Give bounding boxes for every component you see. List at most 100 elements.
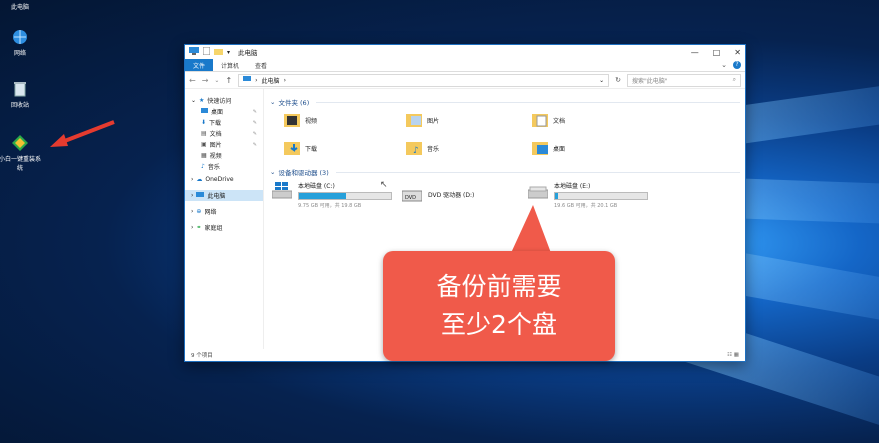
svg-text:♪: ♪ <box>413 146 419 155</box>
nav-homegroup[interactable]: › ⚭ 家庭组 <box>185 222 263 233</box>
computer-icon <box>243 76 252 84</box>
breadcrumb-separator: › <box>283 76 286 84</box>
video-folder-icon <box>284 113 300 127</box>
folder-videos[interactable]: 视频 <box>284 113 317 127</box>
desktop-folder-icon <box>532 141 548 155</box>
folder-music[interactable]: ♪ 音乐 <box>406 141 440 156</box>
item-count: 9 个项目 <box>191 353 213 359</box>
nav-this-pc[interactable]: › 此电脑 <box>185 190 263 201</box>
network-icon: ⊕ <box>196 208 202 215</box>
cloud-icon: ☁ <box>196 176 203 183</box>
nav-downloads[interactable]: ⬇ 下载 ✎ <box>185 117 263 128</box>
tab-file[interactable]: 文件 <box>185 59 214 71</box>
nav-music[interactable]: ♪ 音乐 <box>185 161 263 172</box>
drives-group-header[interactable]: ⌄ 设备和驱动器 (3) <box>270 167 740 177</box>
drive-usage-bar <box>554 192 648 200</box>
up-icon[interactable]: ↑ <box>225 76 232 85</box>
breadcrumb-this-pc[interactable]: 此电脑 <box>262 76 280 85</box>
nav-label: 音乐 <box>207 164 220 171</box>
folder-name: 下载 <box>305 145 318 153</box>
forward-icon[interactable]: → <box>202 76 209 85</box>
pin-icon[interactable]: ✎ <box>253 109 257 115</box>
pin-icon[interactable]: ✎ <box>253 142 257 148</box>
search-icon: ⌕ <box>732 76 736 83</box>
pin-icon[interactable]: ✎ <box>253 120 257 126</box>
nav-desktop[interactable]: 桌面 ✎ <box>185 106 263 117</box>
nav-documents[interactable]: ▤ 文档 ✎ <box>185 128 263 139</box>
callout-annotation: 备份前需要 至少2个盘 <box>383 251 615 361</box>
nav-quick-access[interactable]: ⌄ ★ 快速访问 <box>185 95 263 106</box>
pictures-folder-icon <box>406 113 422 127</box>
chevron-right-icon: › <box>191 208 194 215</box>
downloads-folder-icon <box>284 141 300 155</box>
drive-d[interactable]: DVD DVD 驱动器 (D:) <box>401 187 475 205</box>
maximize-button[interactable]: □ <box>713 48 721 57</box>
desktop-icon-network[interactable]: 网络 <box>0 28 40 57</box>
recent-locations-icon[interactable]: ⌄ <box>214 77 219 84</box>
customize-quick-access-icon[interactable]: ▾ <box>227 49 230 56</box>
chevron-down-icon: ⌄ <box>270 98 276 106</box>
folders-group-header[interactable]: ⌄ 文件夹 (6) <box>270 97 740 107</box>
address-bar[interactable]: › 此电脑 › ⌄ <box>238 73 610 87</box>
help-icon[interactable]: ? <box>733 61 741 69</box>
nav-label: 图片 <box>209 142 222 149</box>
search-placeholder: 搜索"此电脑" <box>632 77 668 85</box>
address-dropdown-icon[interactable]: ⌄ <box>599 77 604 84</box>
group-title: 文件夹 (6) <box>278 99 310 107</box>
dvd-drive-icon: DVD <box>401 187 423 205</box>
drive-c[interactable]: 本地磁盘 (C:) 9.75 GB 可用，共 19.8 GB <box>271 181 392 209</box>
tab-view[interactable]: 查看 <box>247 59 275 71</box>
minimize-button[interactable]: — <box>691 48 699 57</box>
expand-ribbon-icon[interactable]: ⌄ <box>721 61 727 69</box>
refresh-icon[interactable]: ↻ <box>615 76 621 84</box>
nav-label: 下载 <box>209 120 222 127</box>
desktop-icon-label: 网络 <box>13 50 26 57</box>
folder-name: 文档 <box>553 117 566 125</box>
view-toggle-icons[interactable]: ☷ ▦ <box>727 352 739 358</box>
recycle-bin-icon <box>11 80 29 98</box>
desktop-icon-label: 小白一键重装系统 <box>0 156 41 172</box>
search-input[interactable]: 搜索"此电脑" ⌕ <box>627 73 741 87</box>
folder-name: 音乐 <box>427 145 440 153</box>
nav-label: OneDrive <box>205 176 234 183</box>
nav-label: 快速访问 <box>207 98 232 105</box>
star-icon: ★ <box>199 97 205 104</box>
drive-name: DVD 驱动器 (D:) <box>428 192 475 199</box>
desktop-icon-installer[interactable]: 小白一键重装系统 <box>0 134 41 172</box>
folder-downloads[interactable]: 下载 <box>284 141 317 155</box>
folder-documents[interactable]: 文档 <box>532 113 565 127</box>
folder-name: 图片 <box>427 117 440 125</box>
computer-icon <box>196 191 205 200</box>
chevron-right-icon: › <box>191 192 194 199</box>
computer-icon <box>189 47 199 57</box>
ribbon-tabs: 文件 计算机 查看 ⌄ ? <box>185 59 745 72</box>
nav-network[interactable]: › ⊕ 网络 <box>185 206 263 217</box>
desktop-icon <box>201 107 208 116</box>
folder-name: 桌面 <box>553 145 566 153</box>
nav-label: 网络 <box>204 209 217 216</box>
nav-videos[interactable]: ▦ 视频 <box>185 150 263 161</box>
window-title: 此电脑 <box>238 49 258 57</box>
callout-line-2: 至少2个盘 <box>441 310 557 339</box>
desktop-icon-label: 回收站 <box>10 102 29 109</box>
drive-space: 19.6 GB 可用，共 20.1 GB <box>554 203 618 209</box>
pin-icon[interactable]: ✎ <box>253 131 257 137</box>
nav-label: 文档 <box>209 131 222 138</box>
network-icon <box>11 28 29 46</box>
red-arrow-annotation <box>50 120 115 147</box>
desktop-icon-label: 此电脑 <box>10 4 29 11</box>
tab-computer[interactable]: 计算机 <box>213 59 247 71</box>
folder-pictures[interactable]: 图片 <box>406 113 439 127</box>
folder-name: 视频 <box>305 117 318 125</box>
picture-icon: ▣ <box>201 141 207 148</box>
navigation-pane: ⌄ ★ 快速访问 桌面 ✎ ⬇ 下载 ✎ ▤ 文档 ✎ ▣ 图片 ✎ ▦ 视频 … <box>185 89 264 349</box>
back-icon[interactable]: ← <box>189 76 196 85</box>
nav-onedrive[interactable]: › ☁ OneDrive <box>185 174 263 185</box>
desktop-icon-recycle-bin[interactable]: 回收站 <box>0 80 40 109</box>
nav-pictures[interactable]: ▣ 图片 ✎ <box>185 139 263 150</box>
desktop-icon-this-pc[interactable]: 此电脑 <box>0 0 40 11</box>
close-button[interactable]: ✕ <box>734 48 741 57</box>
new-folder-icon[interactable] <box>214 48 223 57</box>
folder-desktop[interactable]: 桌面 <box>532 141 565 155</box>
properties-icon[interactable] <box>202 46 211 57</box>
